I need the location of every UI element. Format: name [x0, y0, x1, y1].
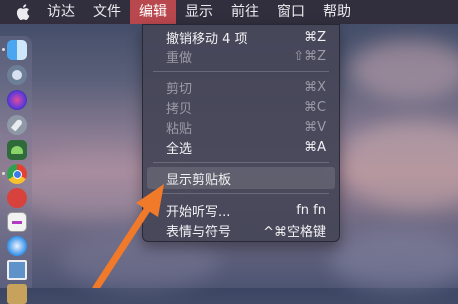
annotation-arrow-icon — [92, 184, 164, 288]
